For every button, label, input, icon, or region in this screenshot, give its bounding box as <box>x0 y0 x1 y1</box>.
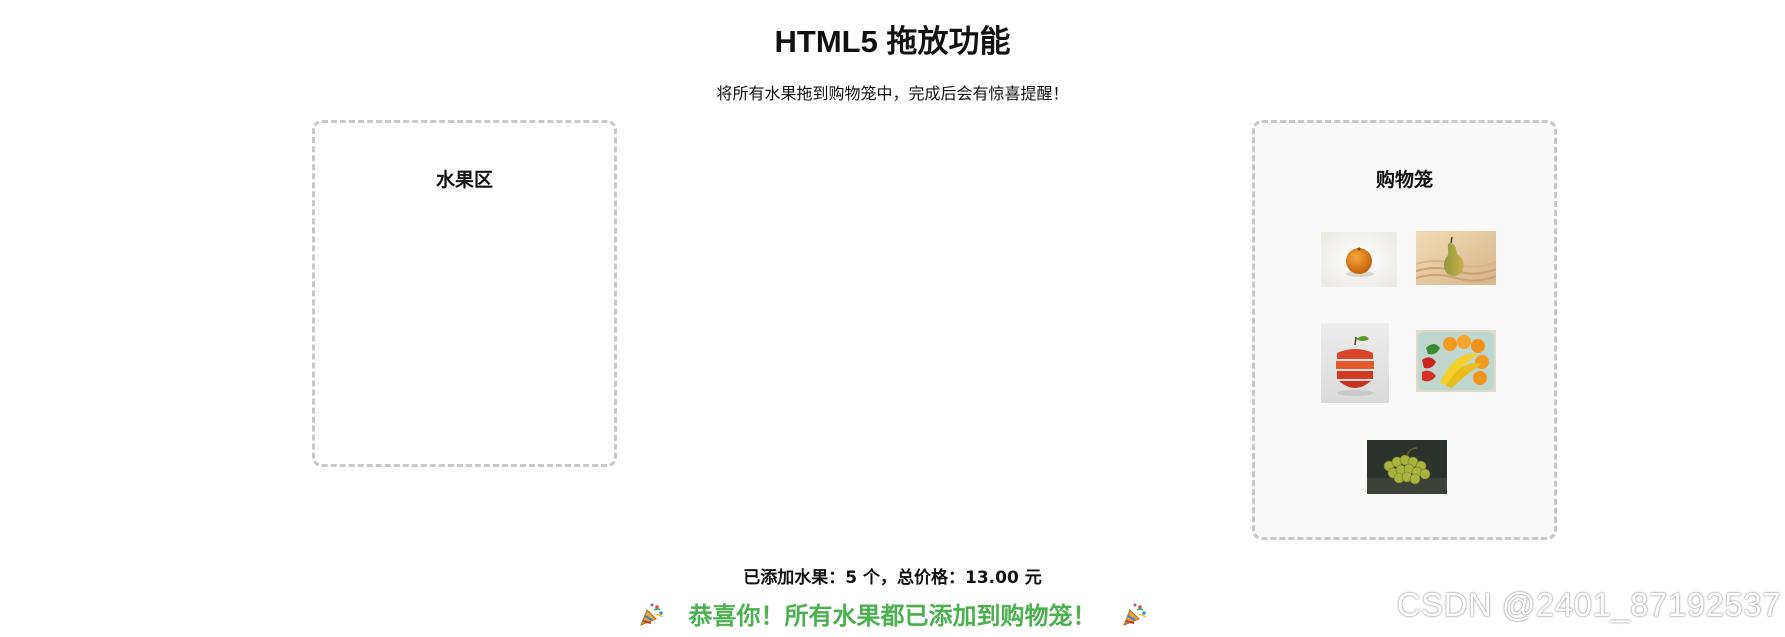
fruit-orange[interactable] <box>1321 232 1397 287</box>
orange-image <box>1321 232 1397 287</box>
fruit-zone-title: 水果区 <box>435 169 493 191</box>
fruit-zone[interactable]: 水果区 <box>312 120 617 467</box>
fruit-mixed-basket[interactable] <box>1416 330 1496 392</box>
cart-zone[interactable]: 购物笼 <box>1252 120 1557 540</box>
watermark: CSDN @2401_87192537 <box>1396 586 1781 623</box>
page-title: HTML5 拖放功能 <box>774 24 1011 59</box>
fruit-pear[interactable] <box>1416 231 1496 285</box>
cart-zone-title: 购物笼 <box>1375 169 1433 191</box>
pear-image <box>1416 231 1496 285</box>
fruit-apple[interactable] <box>1321 323 1389 403</box>
cart-summary: 已添加水果：5 个，总价格：13.00 元 <box>743 568 1042 588</box>
grapes-image <box>1367 440 1447 494</box>
party-popper-icon <box>1121 602 1147 628</box>
apple-image <box>1321 323 1389 403</box>
instructions: 将所有水果拖到购物笼中，完成后会有惊喜提醒！ <box>716 84 1069 103</box>
fruit-grapes[interactable] <box>1367 440 1447 494</box>
party-popper-icon <box>638 602 664 628</box>
congrats-text: 恭喜你！所有水果都已添加到购物笼！ <box>688 602 1097 630</box>
fruit-basket-image <box>1416 330 1496 392</box>
